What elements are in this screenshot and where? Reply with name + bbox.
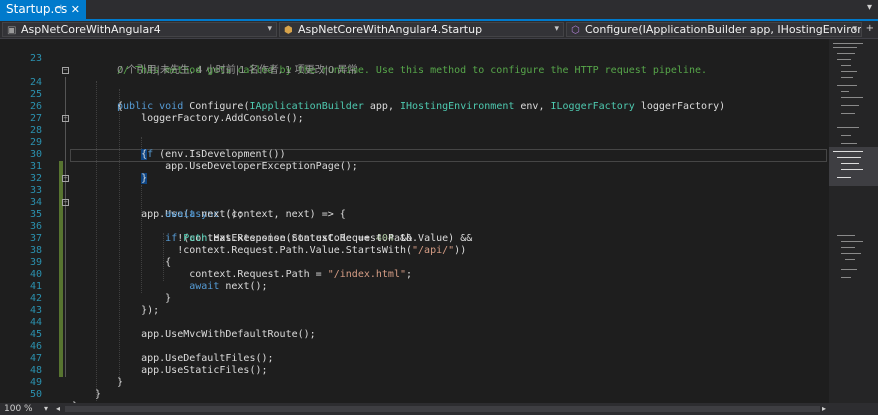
class-name: AspNetCoreWithAngular4.Startup: [298, 23, 483, 36]
minimap-line: [841, 169, 863, 170]
code-line: 45: [0, 317, 829, 340]
minimap-line: [837, 235, 855, 236]
minimap-line: [845, 259, 855, 260]
code-line: 30 app.UseDeveloperExceptionPage();: [0, 137, 829, 172]
minimap-line: [841, 143, 857, 144]
project-name: AspNetCoreWithAngular4: [21, 23, 161, 36]
split-icon[interactable]: +: [866, 23, 874, 34]
scroll-right-icon[interactable]: ▸: [822, 403, 826, 415]
minimap-line: [837, 157, 861, 158]
code-line: 47 app.UseStaticFiles();: [0, 341, 829, 376]
code-line: 39 context.Request.Path = "/index.html";: [0, 245, 829, 280]
minimap-line: [841, 247, 855, 248]
minimap-line: [841, 97, 863, 98]
minimap-line: [841, 71, 857, 72]
code-line: 44 app.UseMvcWithDefaultRoute();: [0, 305, 829, 340]
code-line: 49 }: [0, 365, 829, 400]
fold-toggle-icon[interactable]: −: [62, 199, 69, 206]
minimap-line: [841, 253, 861, 254]
code-line: 32: [0, 161, 829, 184]
horizontal-scrollbar[interactable]: 100 % ▾ ◂ ▸: [0, 403, 878, 415]
code-line: 48 }: [0, 353, 829, 388]
code-line: 23 // This method gets called by the run…: [0, 41, 829, 76]
minimap-line: [841, 277, 851, 278]
code-editor-window: Startup.cs ⊣ ✕ ▾ ▣ AspNetCoreWithAngular…: [0, 0, 878, 415]
minimap-line: [833, 151, 863, 152]
chevron-down-icon[interactable]: ▾: [44, 403, 48, 415]
minimap-line: [837, 85, 857, 86]
code-line: 34 await next();: [0, 185, 829, 220]
code-line: 38 {: [0, 233, 829, 268]
code-line: 29 {: [0, 125, 829, 160]
fold-toggle-icon[interactable]: −: [62, 115, 69, 122]
code-editor[interactable]: 23 // This method gets called by the run…: [0, 39, 829, 403]
code-line: 50 }: [0, 377, 829, 403]
chevron-down-icon: ▾: [852, 24, 857, 34]
code-line: 43: [0, 293, 829, 316]
tab-startup-cs[interactable]: Startup.cs ⊣ ✕: [0, 0, 86, 19]
pin-icon[interactable]: ⊣: [54, 0, 62, 19]
minimap-line: [841, 91, 849, 92]
minimap-viewport[interactable]: [829, 147, 878, 186]
zoom-level[interactable]: 100 %: [4, 403, 33, 415]
minimap-line: [841, 163, 859, 164]
minimap-line: [841, 113, 855, 114]
code-line: 46 app.UseDefaultFiles();: [0, 329, 829, 364]
code-line: 26 loggerFactory.AddConsole();: [0, 89, 829, 124]
minimap-line: [833, 47, 857, 48]
minimap-line: [841, 135, 851, 136]
chevron-down-icon: ▾: [267, 24, 272, 34]
chevron-down-icon: ▾: [554, 24, 559, 34]
codelens-line: 0 个引用|未先生, 4 小时前|1 名作者, 1 项更改|0 异常: [0, 53, 829, 76]
member-name: Configure(IApplicationBuilder app, IHost…: [585, 23, 861, 36]
code-line: 24 − public void Configure(IApplicationB…: [0, 65, 829, 113]
code-line: 40 await next();: [0, 257, 829, 292]
close-icon[interactable]: ✕: [71, 0, 80, 19]
code-line: 33 − app.Use(async (context, next) => {: [0, 173, 829, 221]
class-dropdown[interactable]: ⬢ AspNetCoreWithAngular4.Startup ▾: [279, 22, 564, 37]
scroll-left-icon[interactable]: ◂: [56, 403, 60, 415]
member-dropdown[interactable]: ⬡ Configure(IApplicationBuilder app, IHo…: [566, 22, 862, 37]
code-line: 27: [0, 101, 829, 124]
minimap-line: [841, 77, 853, 78]
class-icon: ⬢: [284, 25, 293, 36]
navigation-bar: ▣ AspNetCoreWithAngular4 ▾ ⬢ AspNetCoreW…: [0, 21, 878, 39]
scroll-thumb[interactable]: [65, 406, 820, 412]
minimap-line: [837, 59, 851, 60]
minimap-line: [841, 105, 859, 106]
code-line: 42 });: [0, 281, 829, 316]
code-line: 37 !context.Request.Path.Value.StartsWit…: [0, 221, 829, 256]
code-line: 25 {: [0, 77, 829, 112]
project-icon: ▣: [7, 25, 17, 36]
minimap-line: [837, 177, 851, 178]
line-number: 50: [29, 389, 42, 400]
tab-strip: Startup.cs ⊣ ✕ ▾: [0, 0, 878, 21]
fold-toggle-icon[interactable]: −: [62, 67, 69, 74]
tab-overflow-icon[interactable]: ▾: [867, 2, 872, 13]
project-dropdown[interactable]: ▣ AspNetCoreWithAngular4 ▾: [2, 22, 277, 37]
method-icon: ⬡: [571, 25, 580, 36]
minimap-line: [837, 53, 855, 54]
minimap-line: [837, 127, 859, 128]
fold-toggle-icon[interactable]: −: [62, 175, 69, 182]
minimap-line: [833, 43, 863, 44]
minimap-line: [841, 269, 857, 270]
code-line: 28 − if (env.IsDevelopment()): [0, 113, 829, 161]
code-line: 31 }: [0, 149, 829, 184]
code-line: 41 }: [0, 269, 829, 304]
vertical-scrollbar-minimap[interactable]: [829, 39, 878, 403]
code-text: }: [95, 389, 102, 400]
minimap-line: [841, 65, 851, 66]
code-line: 35 − if (context.Response.StatusCode == …: [0, 197, 829, 245]
code-line: 36 !Path.HasExtension(context.Request.Pa…: [0, 209, 829, 244]
minimap-line: [841, 241, 863, 242]
